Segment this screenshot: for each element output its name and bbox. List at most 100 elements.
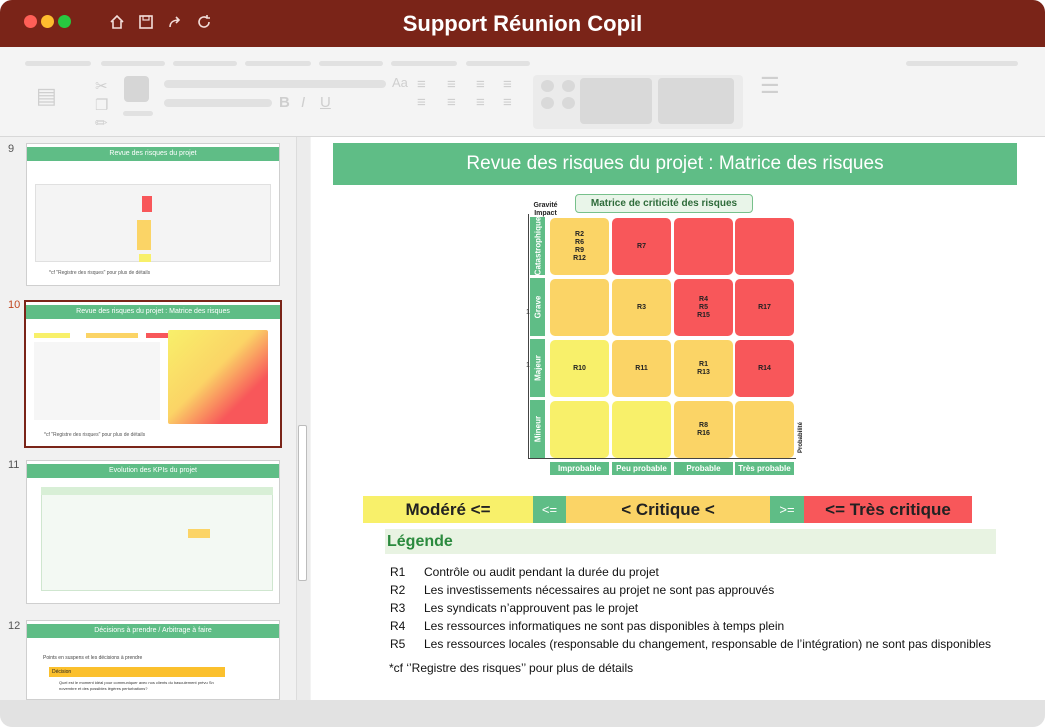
- thumbnail-footnote: *cf "Registre des risques" pour plus de …: [49, 270, 151, 276]
- thumbnail-scrollbar-thumb[interactable]: [298, 425, 307, 581]
- thumbnail-cell-yellow: [137, 220, 151, 250]
- app-window: Support Réunion Copil ▤ ✂ ❐ ✏ Aa B I U ≡…: [0, 0, 1045, 727]
- cut-icon[interactable]: ✂: [95, 77, 108, 95]
- quick-styles-placeholder[interactable]: [658, 78, 734, 124]
- thumbnail-scale-very-critical: [146, 333, 168, 338]
- ribbon-tab-placeholder[interactable]: [245, 61, 311, 66]
- x-axis-label: Probabilité: [798, 421, 804, 453]
- align-left-icon[interactable]: ≡: [417, 94, 426, 111]
- matrix-cell: R1 R13: [674, 340, 733, 397]
- slide-thumbnail-11[interactable]: Evolution des KPIs du projet: [26, 460, 280, 604]
- font-size-icon[interactable]: Aa: [392, 75, 408, 90]
- thumbnail-footnote: *cf "Registre des risques" pour plus de …: [44, 432, 146, 438]
- indent-icon[interactable]: ≡: [476, 76, 485, 93]
- status-bar: [0, 700, 1045, 727]
- ribbon-tab-placeholder[interactable]: [391, 61, 457, 66]
- thumbnail-table: [35, 184, 271, 262]
- ribbon-tab-placeholder[interactable]: [319, 61, 383, 66]
- thumbnail-scale-critical: [86, 333, 138, 338]
- paste-label-placeholder: [123, 111, 153, 116]
- row-label: Majeur: [530, 339, 545, 397]
- thumbnail-matrix: [168, 330, 268, 424]
- column-label: Probable: [674, 462, 733, 475]
- slide-footnote: *cf ‘’Registre des risques’’ pour plus d…: [389, 661, 634, 675]
- thumbnail-title: Revue des risques du projet: [27, 147, 279, 161]
- thumbnail-scrollbar[interactable]: [296, 137, 310, 700]
- slide-thumbnail-9[interactable]: Revue des risques du projet *cf "Registr…: [26, 143, 280, 286]
- column-label: Très probable: [735, 462, 794, 475]
- slide-number: 9: [8, 143, 15, 155]
- align-center-icon[interactable]: ≡: [447, 94, 456, 111]
- italic-icon[interactable]: I: [301, 94, 305, 111]
- matrix-cell: R3: [612, 279, 671, 336]
- ribbon-tab-placeholder[interactable]: [466, 61, 530, 66]
- arrange-placeholder[interactable]: [580, 78, 652, 124]
- format-painter-icon[interactable]: ✏: [95, 114, 108, 132]
- paste-button-placeholder[interactable]: [124, 76, 149, 102]
- slide-thumbnail-12[interactable]: Décisions à prendre / Arbitrage à faire …: [26, 620, 280, 700]
- scale-moderate: Modéré <=: [363, 496, 533, 523]
- thumbnail-kpi-header: [41, 487, 273, 495]
- matrix-cell: R11: [612, 340, 671, 397]
- underline-icon[interactable]: U: [320, 94, 331, 111]
- thumbnail-title: Evolution des KPIs du projet: [27, 464, 279, 478]
- matrix-cell: [550, 279, 609, 336]
- thumbnail-legend: [34, 342, 160, 420]
- thumbnail-kpi-table: [41, 487, 273, 591]
- more-options-icon[interactable]: ☰: [760, 73, 780, 99]
- title-bar: Support Réunion Copil: [0, 0, 1045, 47]
- outdent-icon[interactable]: ≡: [503, 76, 512, 93]
- slide-number: 11: [8, 459, 20, 471]
- shape-placeholder[interactable]: [541, 97, 554, 109]
- scale-separator: >=: [770, 496, 804, 523]
- justify-icon[interactable]: ≡: [503, 94, 512, 111]
- matrix-cell: R7: [612, 218, 671, 275]
- legend-text: Contrôle ou audit pendant la durée du pr…: [424, 565, 659, 579]
- thumbnail-decision-label: Décision: [49, 667, 225, 677]
- ribbon-toolbar: ▤ ✂ ❐ ✏ Aa B I U ≡ ≡ ≡ ≡ ≡ ≡ ≡ ≡ ☰: [0, 47, 1045, 137]
- ribbon-tab-placeholder[interactable]: [173, 61, 237, 66]
- thumbnail-cell-red: [142, 196, 152, 212]
- shape-placeholder[interactable]: [541, 80, 554, 92]
- shape-placeholder[interactable]: [562, 97, 575, 109]
- legend-text: Les syndicats n’approuvent pas le projet: [424, 601, 639, 615]
- copy-icon[interactable]: ❐: [95, 96, 108, 114]
- matrix-cell: R4 R5 R15: [674, 279, 733, 336]
- row-label: Grave: [530, 278, 545, 336]
- align-right-icon[interactable]: ≡: [476, 94, 485, 111]
- matrix-cell: R17: [735, 279, 794, 336]
- slide-canvas[interactable]: Revue des risques du projet : Matrice de…: [311, 137, 1045, 700]
- font-family-placeholder[interactable]: [164, 80, 386, 88]
- ribbon-tab-placeholder[interactable]: [25, 61, 91, 66]
- bold-icon[interactable]: B: [279, 94, 290, 111]
- shape-placeholder[interactable]: [562, 80, 575, 92]
- legend-text: Les ressources locales (responsable du c…: [424, 637, 992, 651]
- legend-code: R1: [390, 565, 406, 579]
- row-label: Catastrophique: [530, 217, 545, 275]
- window-title: Support Réunion Copil: [402, 11, 643, 36]
- matrix-cell: [612, 401, 671, 458]
- matrix-cell: R10: [550, 340, 609, 397]
- numbering-icon[interactable]: ≡: [447, 76, 456, 93]
- matrix-cell: [674, 218, 733, 275]
- slide-number: 12: [8, 620, 21, 632]
- ribbon-tab-placeholder[interactable]: [101, 61, 165, 66]
- row-label: Mineur: [530, 400, 545, 458]
- font-size-placeholder[interactable]: [164, 99, 272, 107]
- criticity-scale: Modéré <= <= < Critique < >= <= Très cri…: [363, 496, 972, 523]
- bullets-icon[interactable]: ≡: [417, 76, 426, 93]
- slide-thumbnail-10[interactable]: Revue des risques du projet : Matrice de…: [24, 300, 282, 448]
- scale-very-critical: <= Très critique: [804, 496, 972, 523]
- matrix-cell: [550, 401, 609, 458]
- matrix-cell: R14: [735, 340, 794, 397]
- column-label: Peu probable: [612, 462, 671, 475]
- legend-code: R3: [390, 601, 406, 615]
- matrix-cell: R8 R16: [674, 401, 733, 458]
- thumbnail-subtitle: Points en suspens et les décisions à pre…: [43, 655, 143, 661]
- legend-text: Les ressources informatiques ne sont pas…: [424, 619, 785, 633]
- thumbnail-title: Revue des risques du projet : Matrice de…: [26, 305, 280, 319]
- ribbon-search-placeholder[interactable]: [906, 61, 1018, 66]
- x-axis-line: [528, 458, 796, 459]
- legend-title: Légende: [385, 529, 996, 554]
- new-slide-icon[interactable]: ▤: [36, 83, 57, 109]
